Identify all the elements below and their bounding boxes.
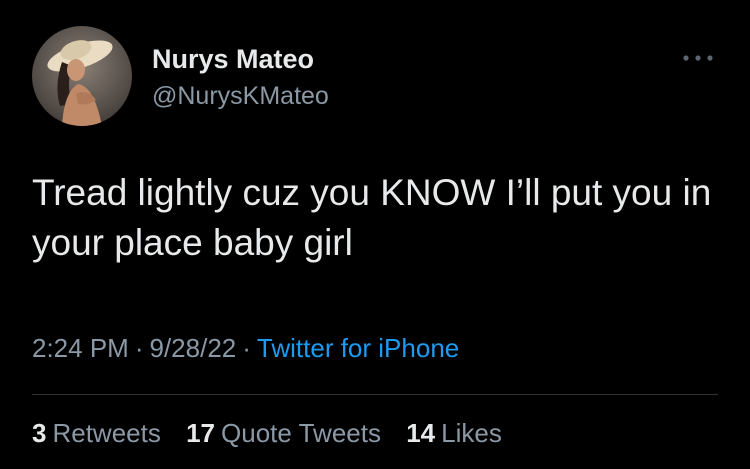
avatar-image <box>32 26 132 126</box>
tweet-time[interactable]: 2:24 PM <box>32 333 129 363</box>
tweet-date[interactable]: 9/28/22 <box>150 333 237 363</box>
tweet-metadata: 2:24 PM · 9/28/22 · Twitter for iPhone <box>32 333 459 364</box>
avatar[interactable] <box>32 26 132 126</box>
likes-label: Likes <box>441 418 502 448</box>
tweet-card: Nurys Mateo @NurysKMateo Tread lightly c… <box>0 0 750 469</box>
engagement-stats: 3 Retweets 17 Quote Tweets 14 Likes <box>32 418 520 449</box>
quote-tweets-stat[interactable]: 17 Quote Tweets <box>186 418 381 448</box>
likes-count: 14 <box>406 418 436 448</box>
meta-separator: · <box>134 333 144 363</box>
more-horizontal-icon[interactable] <box>678 48 718 68</box>
tweet-text: Tread lightly cuz you KNOW I’ll put you … <box>32 172 712 263</box>
tweet-source-link[interactable]: Twitter for iPhone <box>257 333 459 363</box>
divider <box>32 394 718 395</box>
likes-stat[interactable]: 14 Likes <box>406 418 502 448</box>
display-name[interactable]: Nurys Mateo <box>152 44 314 75</box>
retweets-stat[interactable]: 3 Retweets <box>32 418 161 448</box>
user-handle[interactable]: @NurysKMateo <box>152 82 329 111</box>
retweets-label: Retweets <box>52 418 161 448</box>
quote-tweets-label: Quote Tweets <box>221 418 381 448</box>
quote-tweets-count: 17 <box>186 418 216 448</box>
retweets-count: 3 <box>32 418 47 448</box>
meta-separator: · <box>242 333 251 363</box>
